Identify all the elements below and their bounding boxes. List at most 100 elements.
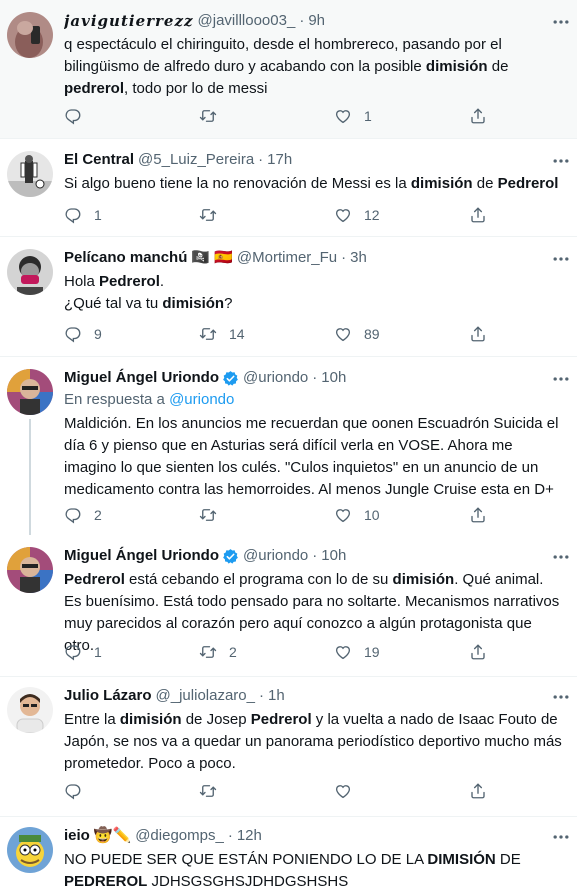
- reply-button[interactable]: 1: [64, 205, 102, 225]
- tweet[interactable]: El Central @5_Luiz_Pereira · 17h Si algo…: [0, 139, 577, 237]
- author-handle[interactable]: @_juliolazaro_: [156, 686, 255, 706]
- author-handle[interactable]: @Mortimer_Fu: [237, 248, 337, 268]
- avatar[interactable]: [7, 827, 53, 873]
- like-button[interactable]: 89: [334, 324, 380, 344]
- verified-badge-icon: [222, 548, 239, 565]
- tweet[interactable]: Pelícano manchú 🏴‍☠️ 🇪🇸 @Mortimer_Fu · 3…: [0, 237, 577, 357]
- reply-icon: [64, 107, 82, 125]
- avatar[interactable]: [7, 687, 53, 733]
- avatar[interactable]: [7, 369, 53, 415]
- retweet-button[interactable]: 2: [199, 642, 237, 662]
- tweet-text: Maldición. En los anuncios me recuerdan …: [64, 415, 559, 498]
- retweet-icon: [199, 325, 217, 343]
- avatar[interactable]: [7, 151, 53, 197]
- share-icon: [469, 325, 487, 343]
- retweet-icon: [199, 782, 217, 800]
- tweet-text: Entre la dimisión de Josep Pedrerol y la…: [64, 711, 562, 772]
- share-button[interactable]: [469, 205, 487, 225]
- tweet-text: NO PUEDE SER QUE ESTÁN PONIENDO LO DE LA…: [64, 851, 521, 890]
- verified-badge-icon: [222, 370, 239, 387]
- retweet-icon: [199, 643, 217, 661]
- reply-button[interactable]: 1: [64, 642, 102, 662]
- author-name[interactable]: Miguel Ángel Uriondo: [64, 368, 219, 388]
- tweet-time[interactable]: 3h: [350, 248, 367, 268]
- more-icon[interactable]: [551, 547, 571, 567]
- tweet[interactable]: Miguel Ángel Uriondo @uriondo · 10h En r…: [0, 357, 577, 535]
- author-handle[interactable]: @5_Luiz_Pereira: [138, 150, 254, 170]
- author-handle[interactable]: @javilllooo03_: [198, 11, 296, 31]
- reply-icon: [64, 506, 82, 524]
- like-icon: [334, 206, 352, 224]
- more-icon[interactable]: [551, 687, 571, 707]
- like-icon: [334, 506, 352, 524]
- separator-dot: ·: [258, 151, 264, 168]
- reply-button[interactable]: 9: [64, 324, 102, 344]
- more-icon[interactable]: [551, 369, 571, 389]
- tweet-text: q espectáculo el chiringuito, desde el h…: [64, 36, 509, 97]
- like-icon: [334, 107, 352, 125]
- like-button[interactable]: 1: [334, 106, 372, 126]
- author-name[interactable]: javigutierrezz: [64, 11, 194, 31]
- reply-button[interactable]: [64, 781, 94, 801]
- retweet-icon: [199, 206, 217, 224]
- tweet-time[interactable]: 10h: [321, 368, 346, 388]
- share-button[interactable]: [469, 505, 487, 525]
- like-button[interactable]: [334, 781, 364, 801]
- tweet[interactable]: Julio Lázaro @_juliolazaro_ · 1h Entre l…: [0, 677, 577, 817]
- tweet-time[interactable]: 1h: [268, 686, 285, 706]
- author-handle[interactable]: @diegomps_: [135, 826, 224, 846]
- share-button[interactable]: [469, 642, 487, 662]
- separator-dot: ·: [227, 827, 233, 844]
- retweet-button[interactable]: [199, 205, 229, 225]
- author-name[interactable]: Julio Lázaro: [64, 686, 152, 706]
- retweet-button[interactable]: [199, 505, 229, 525]
- author-name[interactable]: Pelícano manchú: [64, 248, 187, 268]
- tweet-time[interactable]: 9h: [308, 11, 325, 31]
- author-handle[interactable]: @uriondo: [243, 368, 308, 388]
- like-button[interactable]: 10: [334, 505, 380, 525]
- reply-icon: [64, 206, 82, 224]
- share-icon: [469, 643, 487, 661]
- like-button[interactable]: 12: [334, 205, 380, 225]
- tweet-time[interactable]: 12h: [237, 826, 262, 846]
- reply-button[interactable]: [64, 106, 94, 126]
- tweet[interactable]: Miguel Ángel Uriondo @uriondo · 10h Pedr…: [0, 535, 577, 677]
- like-icon: [334, 643, 352, 661]
- avatar[interactable]: [7, 249, 53, 295]
- separator-dot: ·: [299, 12, 305, 29]
- retweet-button[interactable]: [199, 781, 229, 801]
- share-button[interactable]: [469, 106, 487, 126]
- tweet-text: Hola Pedrerol. ¿Qué tal va tu dimisión?: [64, 273, 233, 312]
- author-name[interactable]: Miguel Ángel Uriondo: [64, 546, 219, 566]
- author-handle[interactable]: @uriondo: [243, 546, 308, 566]
- like-icon: [334, 782, 352, 800]
- tweet-time[interactable]: 10h: [321, 546, 346, 566]
- avatar[interactable]: [7, 12, 53, 58]
- reply-icon: [64, 782, 82, 800]
- more-icon[interactable]: [551, 12, 571, 32]
- author-name[interactable]: ieio: [64, 826, 90, 846]
- tweet-text: Si algo bueno tiene la no renovación de …: [64, 175, 559, 192]
- author-name[interactable]: El Central: [64, 150, 134, 170]
- like-button[interactable]: 19: [334, 642, 380, 662]
- reply-context: En respuesta a @uriondo: [64, 391, 235, 408]
- tweet-time[interactable]: 17h: [267, 150, 292, 170]
- reply-button[interactable]: 2: [64, 505, 102, 525]
- share-icon: [469, 506, 487, 524]
- more-icon[interactable]: [551, 249, 571, 269]
- tweet[interactable]: javigutierrezz @javilllooo03_ · 9h q esp…: [0, 0, 577, 139]
- more-icon[interactable]: [551, 827, 571, 847]
- separator-dot: ·: [312, 547, 318, 564]
- share-button[interactable]: [469, 781, 487, 801]
- avatar[interactable]: [7, 547, 53, 593]
- tweet[interactable]: ieio 🤠✏️ @diegomps_ · 12h NO PUEDE SER Q…: [0, 817, 577, 893]
- share-icon: [469, 782, 487, 800]
- cowboy-pencil-emoji: 🤠✏️: [93, 827, 132, 844]
- share-button[interactable]: [469, 324, 487, 344]
- separator-dot: ·: [341, 249, 347, 266]
- flag-emoji: 🏴‍☠️ 🇪🇸: [191, 249, 233, 266]
- more-icon[interactable]: [551, 151, 571, 171]
- retweet-button[interactable]: [199, 106, 229, 126]
- reply-to-link[interactable]: @uriondo: [169, 391, 234, 408]
- retweet-button[interactable]: 14: [199, 324, 245, 344]
